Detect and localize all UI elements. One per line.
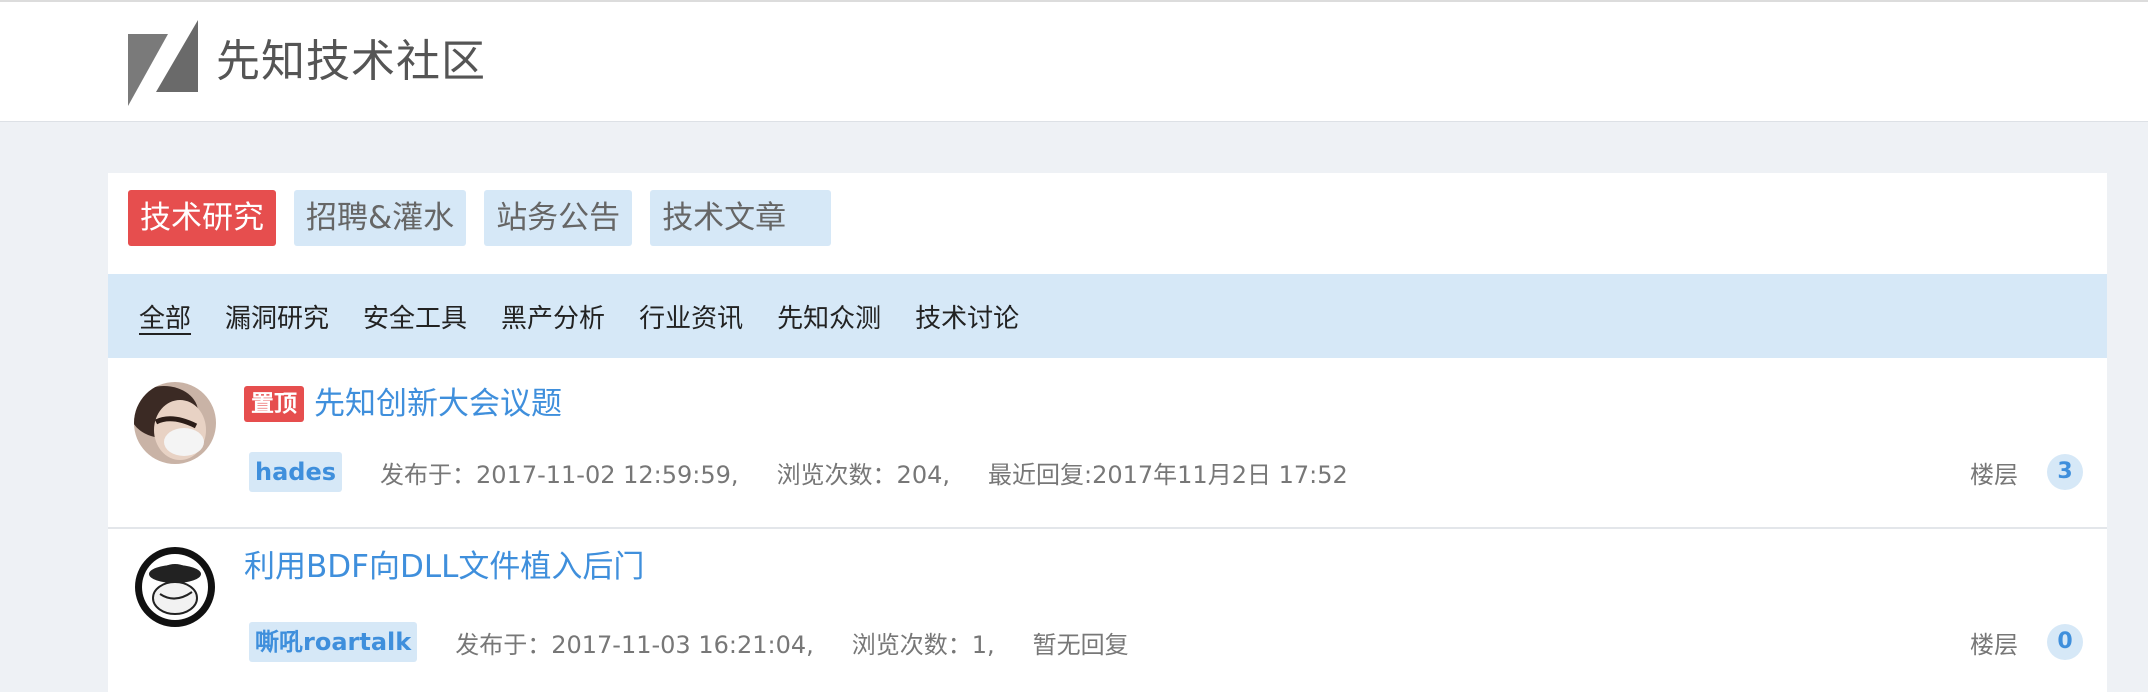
- tab-jobs-chat[interactable]: 招聘&灌水: [294, 190, 467, 246]
- published-time: 发布于：2017-11-03 16:21:04,: [455, 630, 814, 659]
- tab-tech-research[interactable]: 技术研究: [128, 190, 276, 246]
- floor-label: 楼层: [1970, 630, 2018, 659]
- tab-announcements[interactable]: 站务公告: [484, 190, 633, 246]
- subcategory-nav: 全部 漏洞研究 安全工具 黑产分析 行业资讯 先知众测 技术讨论: [108, 274, 2107, 358]
- subnav-all[interactable]: 全部: [139, 298, 191, 335]
- avatar[interactable]: [134, 546, 216, 628]
- site-logo-icon[interactable]: [128, 20, 198, 106]
- subnav-industry-news[interactable]: 行业资讯: [639, 298, 743, 335]
- post-meta: hades 发布于：2017-11-02 12:59:59, 浏览次数：204,…: [249, 452, 1386, 492]
- post-meta: 嘶吼roartalk 发布于：2017-11-03 16:21:04, 浏览次数…: [249, 622, 1167, 662]
- post-title-row: 利用BDF向DLL文件植入后门: [244, 545, 644, 589]
- post-title[interactable]: 利用BDF向DLL文件植入后门: [244, 545, 644, 589]
- view-count: 浏览次数：1,: [851, 630, 995, 659]
- floor-info: 楼层 0: [1970, 624, 2083, 660]
- subnav-tech-discussion[interactable]: 技术讨论: [915, 298, 1019, 335]
- content-card: 技术研究 招聘&灌水 站务公告 技术文章 全部 漏洞研究 安全工具 黑产分析 行…: [108, 173, 2107, 692]
- top-header: 先知技术社区: [0, 0, 2148, 122]
- list-item: 置顶 先知创新大会议题 hades 发布于：2017-11-02 12:59:5…: [108, 359, 2107, 529]
- subnav-vuln-research[interactable]: 漏洞研究: [225, 298, 329, 335]
- floor-info: 楼层 3: [1970, 454, 2083, 490]
- avatar[interactable]: [134, 382, 216, 464]
- published-time: 发布于：2017-11-02 12:59:59,: [380, 460, 739, 489]
- last-reply: 最近回复:2017年11月2日 17:52: [988, 460, 1348, 489]
- floor-count-badge: 3: [2047, 454, 2083, 490]
- subnav-blackmarket-analysis[interactable]: 黑产分析: [501, 298, 605, 335]
- author-tag[interactable]: hades: [249, 452, 343, 492]
- pinned-badge: 置顶: [244, 386, 304, 422]
- post-title-row: 置顶 先知创新大会议题: [244, 382, 562, 426]
- floor-count-badge: 0: [2047, 624, 2083, 660]
- floor-label: 楼层: [1970, 460, 2018, 489]
- post-title[interactable]: 先知创新大会议题: [314, 382, 562, 426]
- tab-tech-articles[interactable]: 技术文章: [650, 190, 832, 246]
- list-item: 利用BDF向DLL文件植入后门 嘶吼roartalk 发布于：2017-11-0…: [108, 530, 2107, 692]
- author-tag[interactable]: 嘶吼roartalk: [249, 622, 418, 662]
- last-reply: 暂无回复: [1032, 630, 1129, 659]
- view-count: 浏览次数：204,: [776, 460, 950, 489]
- subnav-crowd-testing[interactable]: 先知众测: [777, 298, 881, 335]
- site-title[interactable]: 先知技术社区: [216, 32, 486, 92]
- subnav-security-tools[interactable]: 安全工具: [363, 298, 467, 335]
- category-tabs: 技术研究 招聘&灌水 站务公告 技术文章: [128, 190, 849, 247]
